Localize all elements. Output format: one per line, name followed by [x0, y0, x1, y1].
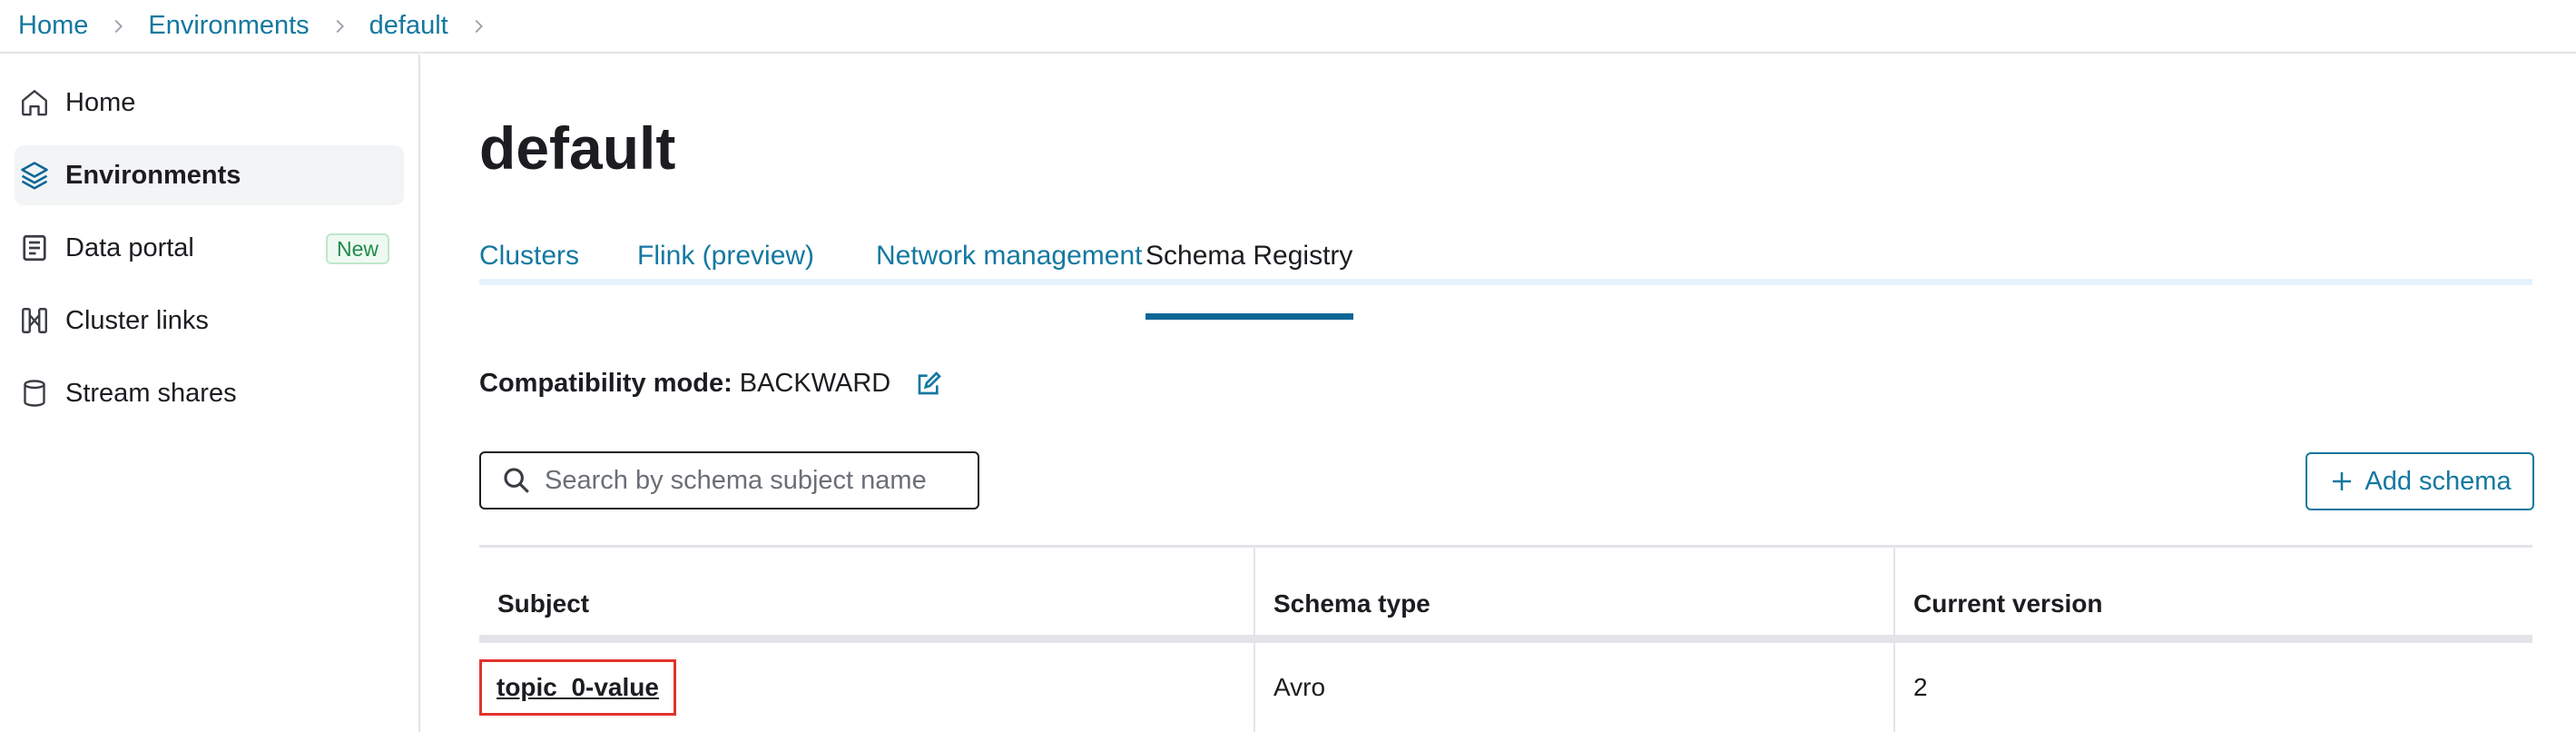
home-icon	[16, 84, 53, 121]
cell-schema-type: Avro	[1255, 643, 1895, 732]
tab-network-management[interactable]: Network management	[876, 241, 1142, 272]
column-header-subject[interactable]: Subject	[479, 548, 1255, 635]
chevron-right-icon	[468, 16, 488, 36]
search-icon	[501, 465, 532, 496]
chevron-right-icon	[329, 16, 349, 36]
database-icon	[16, 375, 53, 411]
tab-clusters[interactable]: Clusters	[479, 241, 579, 272]
sidebar-item-stream-shares[interactable]: Stream shares	[15, 363, 404, 423]
breadcrumb-default[interactable]: default	[369, 11, 448, 41]
sidebar-item-label: Home	[65, 87, 136, 117]
sidebar: Home Environments Data portal New Cluste…	[0, 54, 420, 732]
sidebar-item-label: Data portal	[65, 232, 194, 262]
sidebar-item-label: Stream shares	[65, 378, 237, 408]
add-schema-button[interactable]: Add schema	[2306, 452, 2534, 510]
edit-icon[interactable]	[914, 370, 943, 399]
compatibility-mode-value: BACKWARD	[739, 369, 891, 398]
table-row: topic_0-value Avro 2	[479, 643, 2532, 732]
document-icon	[16, 230, 53, 266]
tab-schema-registry[interactable]: Schema Registry	[1145, 241, 1352, 272]
sidebar-item-environments[interactable]: Environments	[15, 145, 404, 205]
breadcrumb-environments[interactable]: Environments	[148, 11, 309, 41]
chevron-right-icon	[108, 16, 128, 36]
sidebar-item-label: Environments	[65, 160, 241, 190]
plus-icon	[2328, 468, 2355, 495]
column-header-current-version[interactable]: Current version	[1895, 548, 2532, 635]
layers-icon	[16, 157, 53, 193]
search-input[interactable]	[545, 465, 962, 496]
tab-flink-preview[interactable]: Flink (preview)	[637, 241, 814, 272]
schema-table: Subject Schema type Current version topi…	[479, 545, 2532, 732]
active-tab-indicator	[1145, 313, 1353, 320]
sidebar-item-home[interactable]: Home	[15, 73, 404, 133]
add-schema-label: Add schema	[2365, 466, 2512, 496]
main-content: default Clusters Flink (preview) Network…	[422, 54, 2576, 732]
new-badge: New	[325, 233, 389, 264]
sidebar-item-label: Cluster links	[65, 305, 209, 335]
compatibility-mode-label: Compatibility mode:	[479, 369, 732, 398]
breadcrumb: Home Environments default	[0, 0, 2576, 54]
sidebar-item-data-portal[interactable]: Data portal New	[15, 218, 404, 278]
table-header: Subject Schema type Current version	[479, 545, 2532, 643]
cluster-links-icon	[16, 302, 53, 339]
sidebar-item-cluster-links[interactable]: Cluster links	[15, 291, 404, 351]
search-box	[479, 451, 979, 509]
cell-current-version: 2	[1913, 673, 1928, 701]
breadcrumb-home[interactable]: Home	[18, 11, 88, 41]
tab-bar: Clusters Flink (preview) Network managem…	[479, 241, 2532, 285]
column-header-schema-type[interactable]: Schema type	[1255, 548, 1895, 635]
cell-subject: topic_0-value	[479, 643, 1255, 732]
page-title: default	[479, 114, 676, 182]
subject-link[interactable]: topic_0-value	[479, 659, 676, 716]
compatibility-mode: Compatibility mode: BACKWARD	[479, 369, 943, 399]
